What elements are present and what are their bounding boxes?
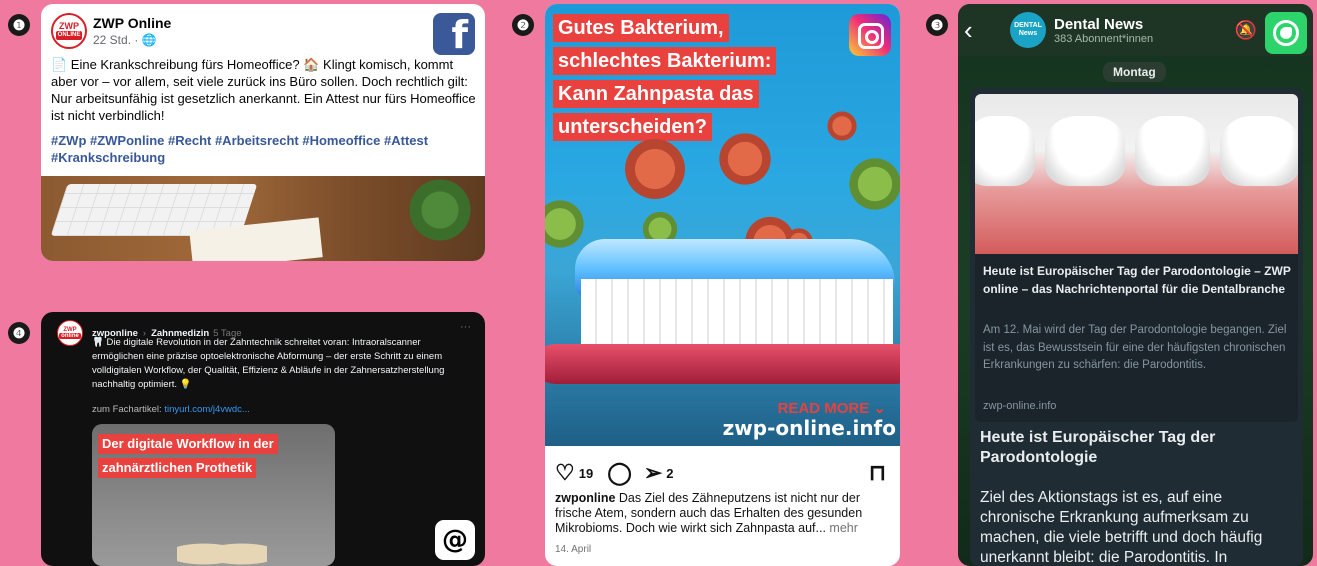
muted-bell-icon[interactable]: 🔕 [1235,20,1257,41]
subscriber-count: 383 Abonnent*innen [1054,32,1154,45]
instagram-post-card: Gutes Bakterium, schlechtes Bakterium: K… [545,4,900,566]
website-label: zwp-online.info [722,416,896,440]
dental-crowns-graphic [177,542,267,566]
like-count: 19 [578,465,594,481]
comment-icon[interactable]: ◯ [607,462,632,484]
headline-line: unterscheiden? [553,113,712,141]
channel-name: Dental News [1054,15,1144,33]
channel-info[interactable]: Dental News 383 Abonnent*innen [1054,16,1153,45]
post-image[interactable]: Gutes Bakterium, schlechtes Bakterium: K… [545,4,900,446]
image-headline: Der digitale Workflow in der zahnärztlic… [98,434,308,482]
image-headline: Gutes Bakterium, schlechtes Bakterium: K… [553,14,813,146]
preview-title: Heute ist Europäischer Tag der Parodonto… [983,264,1291,296]
page-name[interactable]: ZWP Online [93,15,171,31]
preview-domain: zwp-online.info [983,400,1057,412]
avatar-text-bottom: News [1018,30,1038,37]
plant-graphic [405,176,475,261]
avatar-text-top: DENTAL [1014,22,1042,29]
messenger-channel-card: ‹ DENTAL News Dental News 383 Abonnent*in… [958,4,1313,566]
bacteria-graphic [715,129,775,189]
tooth-graphic [1135,116,1210,186]
marker-3: ❸ [926,14,948,36]
date-separator: Montag [1103,62,1166,82]
post-caption: zwponline Das Ziel des Zähneputzens ist … [555,491,893,536]
marker-4: ❹ [8,322,30,344]
heart-icon[interactable]: ♡ [555,462,575,484]
whatsapp-logo-icon [1265,12,1307,54]
link-label: zum Fachartikel: [92,404,165,415]
facebook-logo-icon: f [433,13,475,55]
headline-line: Gutes Bakterium, [553,14,729,42]
post-text: 📄 Eine Krankschreibung fürs Homeoffice? … [51,57,476,123]
headline-line: schlechtes Bakterium: [553,47,777,75]
headline-line: Der digitale Workflow in der [98,434,278,454]
channel-header: ‹ DENTAL News Dental News 383 Abonnent*in… [958,4,1313,56]
post-image[interactable]: Der digitale Workflow in der zahnärztlic… [92,424,335,566]
send-icon[interactable]: ➢ [644,462,662,484]
channel-avatar[interactable]: DENTAL News [1010,12,1046,48]
post-time[interactable]: 22 Std. · 🌐 [93,33,171,47]
post-text: 🦷 Die digitale Revolution in der Zahntec… [92,337,445,390]
more-options-icon[interactable]: ··· [460,321,471,333]
toothbrush-handle-graphic [545,344,900,384]
marker-1: ❶ [8,14,30,36]
headline-line: Kann Zahnpasta das [553,80,759,108]
threads-post-card: ZWP online zwponline › Zahnmedizin 5 Tage… [41,312,485,566]
toothbrush-bristles-graphic [581,279,893,354]
facebook-post-card: ZWP ONLINE ZWP Online 22 Std. · 🌐 f 📄 Ein… [41,4,485,261]
page-avatar[interactable]: ZWP ONLINE [51,13,87,49]
message-bubble: Heute ist Europäischer Tag der Parodonto… [970,88,1303,566]
link-preview[interactable]: Heute ist Europäischer Tag der Parodonto… [975,94,1298,422]
logo-text-bottom: online [59,333,81,339]
bookmark-icon[interactable]: ⊓ [869,462,886,484]
message-body: Ziel des Aktionstags ist es, auf eine ch… [980,489,1263,566]
threads-logo-icon: @ [435,520,475,560]
teeth-image [975,94,1298,254]
bacteria-graphic [620,134,690,204]
back-arrow-icon[interactable]: ‹ [964,15,984,46]
bacteria-graphic [825,109,859,143]
post-image[interactable] [41,176,485,261]
headline-line: zahnärztlichen Prothetik [98,458,257,478]
read-more-label: READ MORE ⌄ [777,400,886,417]
bacteria-graphic [845,154,900,214]
more-link[interactable]: mehr [826,521,857,535]
post-actions: ♡ 19 ◯ ➢ 2 ⊓ [555,459,890,487]
tooth-graphic [1045,116,1125,186]
user-avatar[interactable]: ZWP online [57,320,83,346]
preview-description: Am 12. Mai wird der Tag der Parodontolog… [983,324,1287,371]
message-title: Heute ist Europäischer Tag der Parodonto… [980,429,1216,466]
post-hashtags[interactable]: #ZWp #ZWPonline #Recht #Arbeitsrecht #Ho… [51,132,476,166]
tooth-graphic [1220,116,1298,186]
logo-text-top: ZWP [59,21,79,31]
share-count: 2 [666,465,674,481]
bacteria-graphic [545,194,585,254]
article-link[interactable]: tinyurl.com/j4vwdc... [164,404,250,415]
tooth-graphic [975,116,1035,186]
article-link-line: zum Fachartikel: tinyurl.com/j4vwdc... [92,404,250,415]
post-date: 14. April [555,544,592,555]
marker-2: ❷ [512,14,534,36]
logo-text-bottom: ONLINE [55,31,83,40]
instagram-logo-icon [849,14,891,56]
caption-username[interactable]: zwponline [555,491,615,505]
post-header: ZWP ONLINE ZWP Online 22 Std. · 🌐 [51,13,171,49]
